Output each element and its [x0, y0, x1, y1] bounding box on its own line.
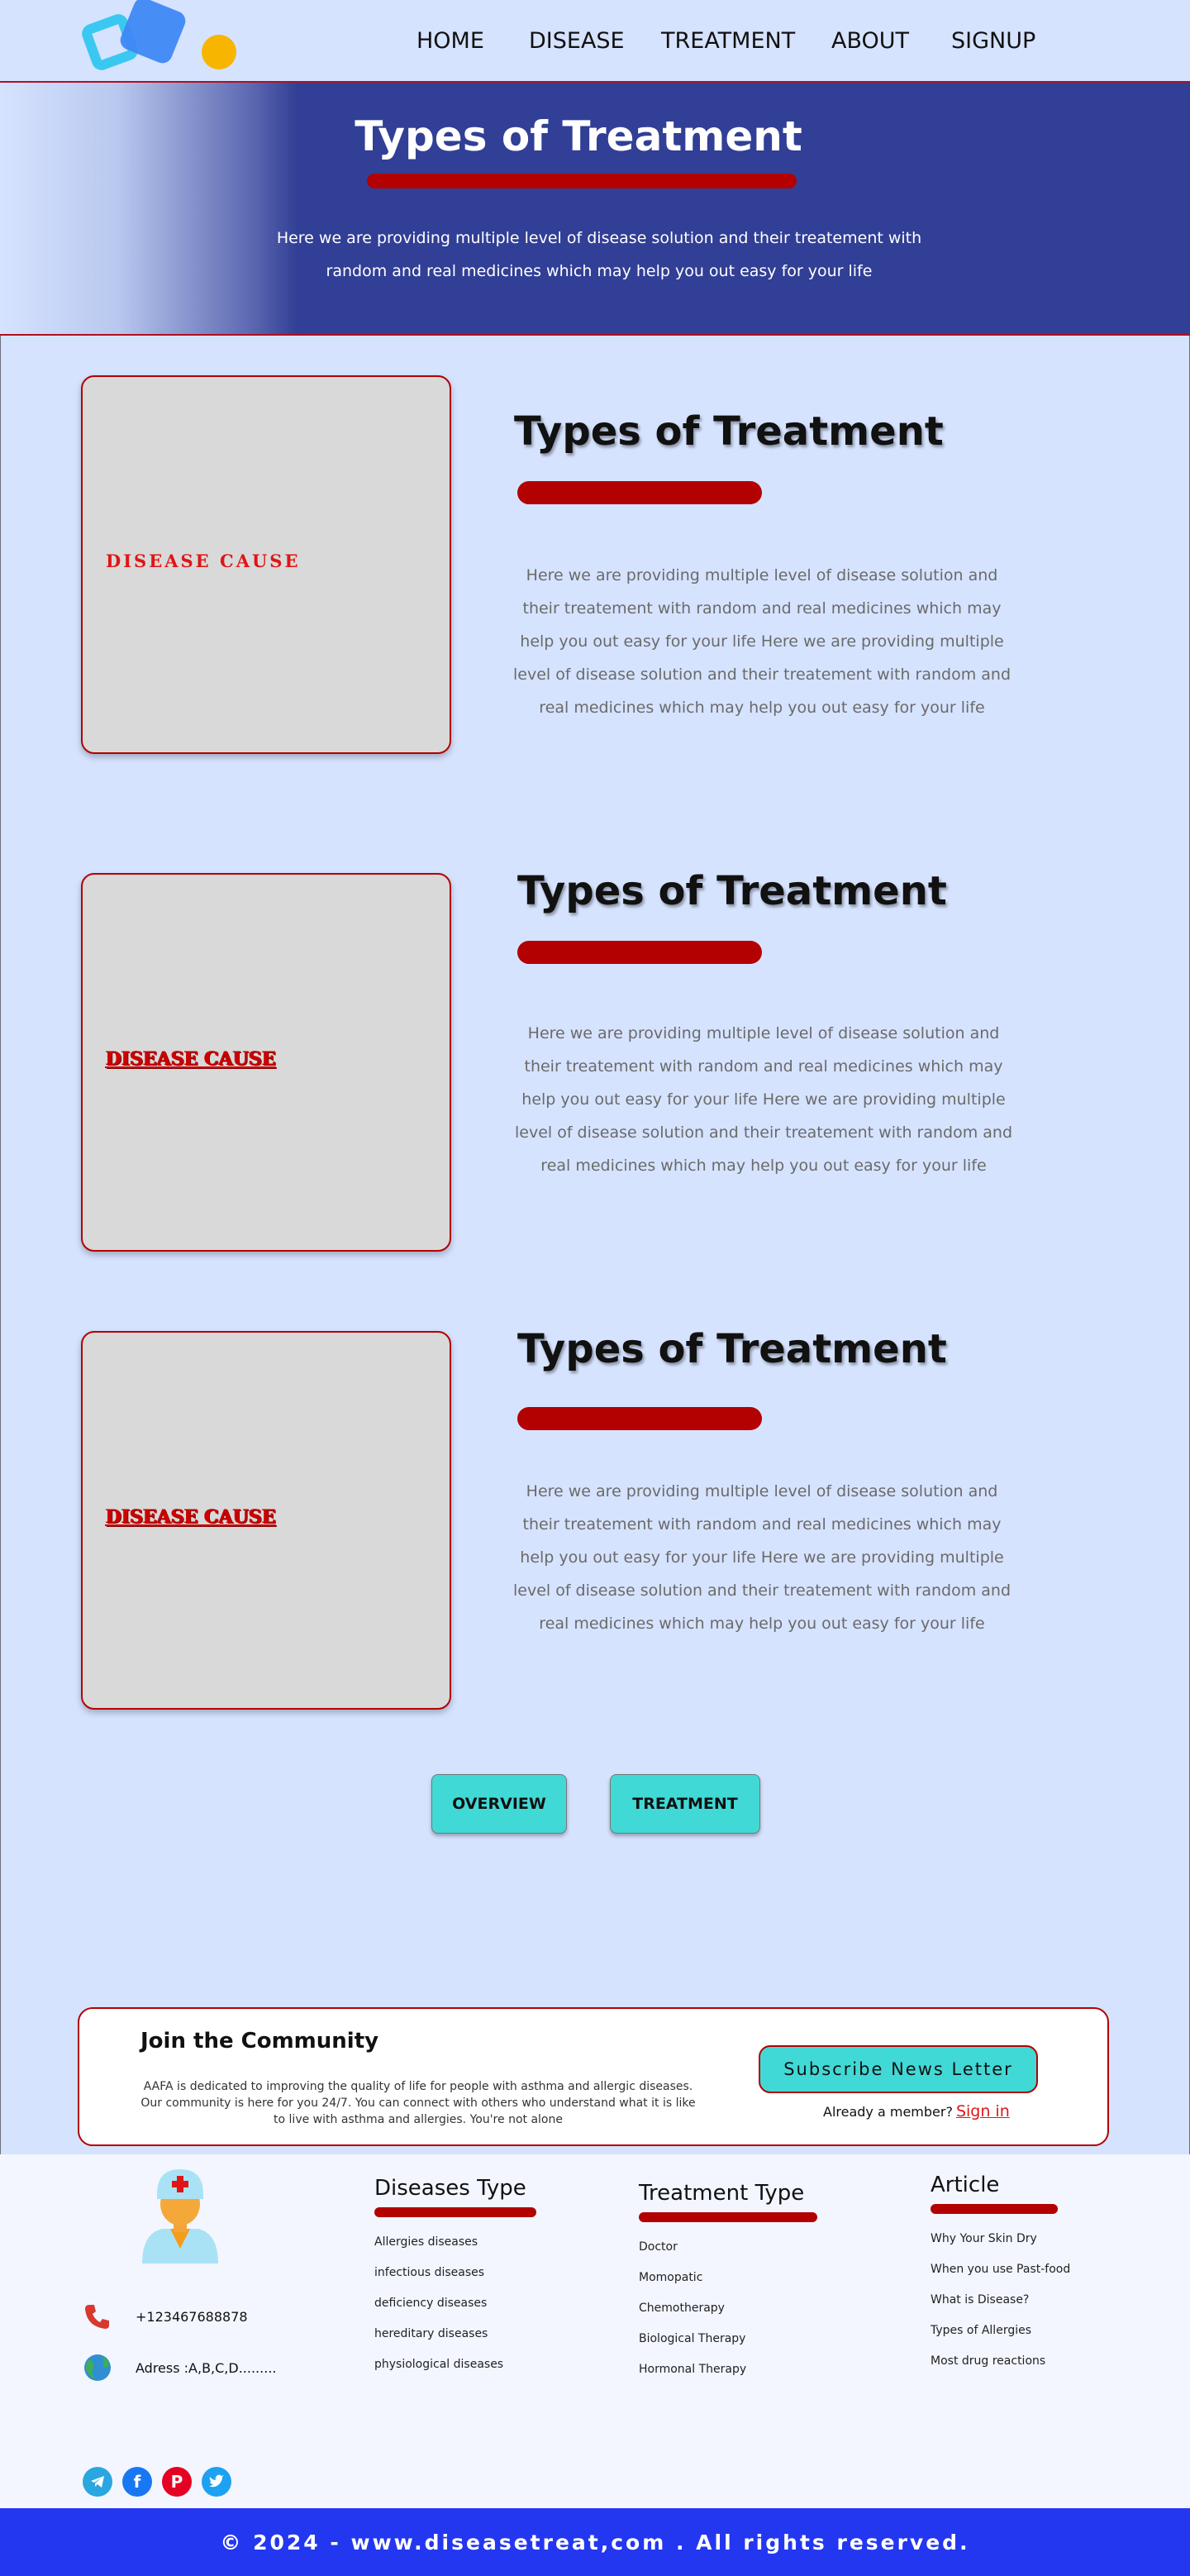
- contact-address-row: Adress :A,B,C,D.........: [83, 2353, 276, 2383]
- hero-title: Types of Treatment: [355, 112, 802, 160]
- nav-signup-link[interactable]: SIGNUP: [951, 28, 1035, 54]
- section-description: Here we are providing multiple level of …: [512, 566, 1011, 717]
- phone-icon: [85, 2305, 109, 2329]
- member-signin-row: Already a member? Sign in: [823, 2102, 1010, 2120]
- hero-description: Here we are providing multiple level of …: [276, 229, 922, 280]
- section-title: Types of Treatment: [514, 408, 944, 455]
- treatment-card-3[interactable]: DISEASE CAUSE: [81, 1331, 451, 1710]
- treatments-underline: [639, 2212, 817, 2222]
- subscribe-newsletter-button[interactable]: Subscribe News Letter: [759, 2045, 1038, 2093]
- member-text: Already a member?: [823, 2104, 953, 2120]
- hero-underline: [367, 174, 797, 188]
- section-underline: [517, 481, 762, 504]
- footer-diseases-column: Diseases Type Allergies diseases infecti…: [374, 2176, 536, 2388]
- join-community-box: Join the Community AAFA is dedicated to …: [78, 2007, 1109, 2146]
- treatment-button[interactable]: TREATMENT: [610, 1774, 760, 1834]
- nav-treatment-link[interactable]: TREATMENT: [661, 28, 795, 54]
- section-description: Here we are providing multiple level of …: [514, 1024, 1013, 1175]
- site-footer: +123467688878 Adress :A,B,C,D......... D…: [0, 2154, 1190, 2508]
- facebook-icon[interactable]: f: [122, 2467, 152, 2497]
- community-title: Join the Community: [140, 2029, 379, 2054]
- diseases-heading: Diseases Type: [374, 2176, 526, 2201]
- articles-underline: [931, 2204, 1058, 2214]
- footer-link[interactable]: Doctor: [639, 2240, 817, 2271]
- pinterest-icon[interactable]: P: [162, 2467, 192, 2497]
- diseases-underline: [374, 2207, 536, 2217]
- card-label: DISEASE CAUSE: [106, 1048, 276, 1070]
- section-underline: [517, 941, 762, 964]
- nav-home-link[interactable]: HOME: [416, 28, 484, 54]
- contact-phone-row: +123467688878: [83, 2302, 248, 2331]
- address-text: Adress :A,B,C,D.........: [136, 2359, 277, 2376]
- sign-in-link[interactable]: Sign in: [956, 2102, 1010, 2120]
- footer-link[interactable]: Biological Therapy: [639, 2332, 817, 2363]
- doctor-avatar-icon: [142, 2169, 218, 2264]
- footer-link[interactable]: When you use Past-food: [931, 2263, 1070, 2293]
- footer-link[interactable]: Allergies diseases: [374, 2235, 536, 2266]
- section-underline: [517, 1407, 762, 1430]
- footer-link[interactable]: Most drug reactions: [931, 2354, 1070, 2385]
- footer-link[interactable]: Types of Allergies: [931, 2324, 1070, 2354]
- footer-link[interactable]: Hormonal Therapy: [639, 2363, 817, 2393]
- treatment-card-2[interactable]: DISEASE CAUSE: [81, 873, 451, 1252]
- phone-number: +123467688878: [136, 2308, 248, 2325]
- section-description: Here we are providing multiple level of …: [512, 1482, 1011, 1633]
- footer-link[interactable]: hereditary diseases: [374, 2327, 536, 2358]
- nav-menu: HOME DISEASE TREATMENT ABOUT SIGNUP: [0, 28, 1190, 54]
- nav-about-link[interactable]: ABOUT: [831, 28, 909, 54]
- footer-link[interactable]: Chemotherapy: [639, 2302, 817, 2332]
- hero-banner: Types of Treatment Here we are providing…: [0, 81, 1190, 336]
- top-navbar: HOME DISEASE TREATMENT ABOUT SIGNUP: [0, 0, 1190, 81]
- card-label: DISEASE CAUSE: [106, 551, 301, 571]
- copyright-bar: © 2024 - www.diseasetreat,com . All righ…: [0, 2508, 1190, 2576]
- overview-button[interactable]: OVERVIEW: [431, 1774, 567, 1834]
- telegram-icon[interactable]: [83, 2467, 112, 2497]
- community-description: AAFA is dedicated to improving the quali…: [140, 2080, 696, 2126]
- nav-disease-link[interactable]: DISEASE: [529, 28, 625, 54]
- section-title: Types of Treatment: [517, 1326, 947, 1372]
- social-links: f P: [83, 2467, 241, 2497]
- footer-link[interactable]: Momopatic: [639, 2271, 817, 2302]
- globe-icon: [84, 2354, 111, 2381]
- section-title: Types of Treatment: [517, 868, 947, 914]
- footer-link[interactable]: What is Disease?: [931, 2293, 1070, 2324]
- card-label: DISEASE CAUSE: [106, 1506, 276, 1528]
- footer-articles-column: Article Why Your Skin Dry When you use P…: [931, 2173, 1070, 2385]
- footer-link[interactable]: infectious diseases: [374, 2266, 536, 2297]
- treatments-heading: Treatment Type: [639, 2181, 805, 2206]
- twitter-icon[interactable]: [202, 2467, 231, 2497]
- footer-treatments-column: Treatment Type Doctor Momopatic Chemothe…: [639, 2181, 817, 2393]
- articles-heading: Article: [931, 2173, 1000, 2197]
- footer-link[interactable]: Why Your Skin Dry: [931, 2232, 1070, 2263]
- treatment-card-1[interactable]: DISEASE CAUSE: [81, 375, 451, 754]
- footer-link[interactable]: deficiency diseases: [374, 2297, 536, 2327]
- footer-link[interactable]: physiological diseases: [374, 2358, 536, 2388]
